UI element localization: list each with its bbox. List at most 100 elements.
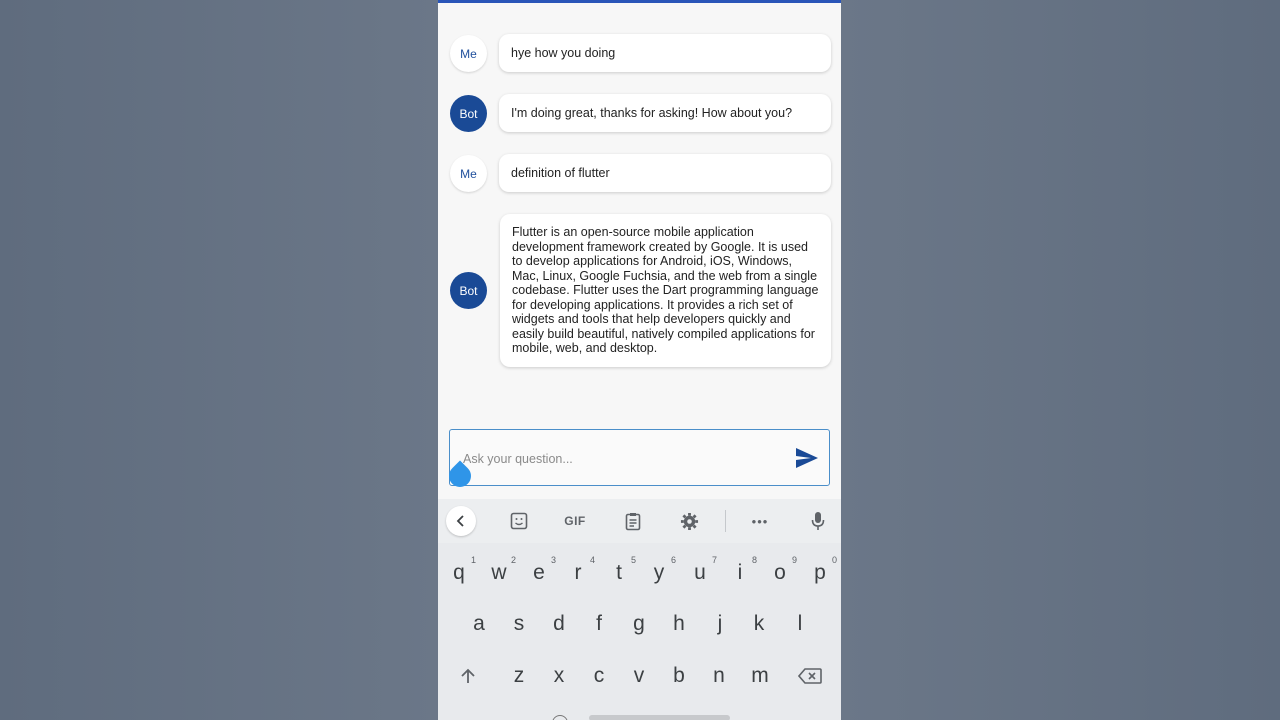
background-right: [841, 0, 1280, 720]
key-m[interactable]: m: [741, 654, 779, 698]
key-label: h: [673, 612, 685, 635]
key-label: j: [717, 612, 723, 635]
key-label: o: [774, 561, 786, 584]
toolbar-divider: [725, 510, 726, 532]
key-label: e: [533, 561, 545, 584]
clipboard-icon: [625, 512, 641, 530]
key-d[interactable]: d: [540, 602, 578, 646]
key-label: p: [814, 561, 826, 584]
key-number-hint: 2: [510, 555, 516, 565]
key-label: l: [797, 612, 803, 635]
backspace-key[interactable]: [791, 654, 829, 698]
keyboard-toolbar: GIF •••: [438, 499, 841, 543]
key-label: a: [473, 612, 485, 635]
sticker-icon: [510, 512, 528, 530]
key-label: s: [513, 612, 525, 635]
key-t[interactable]: t5: [600, 551, 638, 595]
keyboard-switch-indicator: [552, 715, 568, 720]
key-number-hint: 1: [470, 555, 476, 565]
key-w[interactable]: w2: [480, 551, 518, 595]
key-label: k: [753, 612, 765, 635]
key-r[interactable]: r4: [559, 551, 597, 595]
key-f[interactable]: f: [580, 602, 618, 646]
key-label: t: [616, 561, 622, 584]
backspace-icon: [798, 668, 822, 684]
clipboard-button[interactable]: [618, 507, 648, 535]
key-j[interactable]: j: [701, 602, 739, 646]
avatar-me: Me: [450, 155, 487, 192]
chat-message: Bot Flutter is an open-source mobile app…: [438, 214, 841, 367]
key-o[interactable]: o9: [761, 551, 799, 595]
key-number-hint: 5: [630, 555, 636, 565]
key-label: z: [513, 664, 525, 687]
key-g[interactable]: g: [620, 602, 658, 646]
key-i[interactable]: i8: [721, 551, 759, 595]
gif-button[interactable]: GIF: [560, 507, 590, 535]
chat-message: Me definition of flutter: [438, 154, 841, 192]
key-z[interactable]: z: [500, 654, 538, 698]
key-label: v: [633, 664, 645, 687]
key-n[interactable]: n: [700, 654, 738, 698]
key-label: n: [713, 664, 725, 687]
key-label: r: [574, 561, 582, 584]
more-options-button[interactable]: •••: [745, 507, 775, 535]
key-label: g: [633, 612, 645, 635]
key-label: u: [694, 561, 706, 584]
key-x[interactable]: x: [540, 654, 578, 698]
collapse-toolbar-button[interactable]: [446, 506, 476, 536]
key-label: b: [673, 664, 685, 687]
key-label: q: [453, 561, 465, 584]
chevron-left-icon: [456, 515, 464, 527]
key-c[interactable]: c: [580, 654, 618, 698]
key-number-hint: 4: [589, 555, 595, 565]
message-bubble: definition of flutter: [499, 154, 831, 192]
key-label: c: [593, 664, 605, 687]
avatar-bot: Bot: [450, 95, 487, 132]
send-icon: [796, 448, 818, 468]
key-label: y: [653, 561, 665, 584]
key-label: d: [553, 612, 565, 635]
question-input[interactable]: [461, 448, 785, 470]
key-label: f: [596, 612, 602, 635]
key-e[interactable]: e3: [520, 551, 558, 595]
voice-input-button[interactable]: [803, 507, 833, 535]
phone-screen: Me hye how you doing Bot I'm doing great…: [438, 0, 841, 720]
settings-button[interactable]: [674, 507, 704, 535]
message-bubble: I'm doing great, thanks for asking! How …: [499, 94, 831, 132]
message-bubble: Flutter is an open-source mobile applica…: [500, 214, 831, 367]
key-u[interactable]: u7: [681, 551, 719, 595]
key-y[interactable]: y6: [640, 551, 678, 595]
key-b[interactable]: b: [660, 654, 698, 698]
question-input-container: [449, 429, 830, 486]
gear-icon: [680, 512, 698, 530]
key-v[interactable]: v: [620, 654, 658, 698]
key-p[interactable]: p0: [801, 551, 839, 595]
key-label: m: [751, 664, 769, 687]
key-number-hint: 0: [831, 555, 837, 565]
key-q[interactable]: q1: [440, 551, 478, 595]
navigation-handle[interactable]: [589, 715, 730, 720]
key-s[interactable]: s: [500, 602, 538, 646]
chat-message: Me hye how you doing: [438, 34, 841, 72]
app-bar-edge: [438, 0, 841, 3]
key-label: x: [553, 664, 565, 687]
key-a[interactable]: a: [460, 602, 498, 646]
key-number-hint: 3: [550, 555, 556, 565]
sticker-button[interactable]: [504, 507, 534, 535]
key-number-hint: 8: [751, 555, 757, 565]
key-k[interactable]: k: [740, 602, 778, 646]
key-l[interactable]: l: [781, 602, 819, 646]
shift-key[interactable]: [449, 654, 487, 698]
key-label: w: [491, 561, 507, 584]
shift-arrow-icon: [461, 668, 475, 683]
key-label: i: [737, 561, 743, 584]
key-number-hint: 7: [711, 555, 717, 565]
send-button[interactable]: [795, 447, 819, 469]
microphone-icon: [811, 512, 825, 530]
key-number-hint: 6: [670, 555, 676, 565]
message-bubble: hye how you doing: [499, 34, 831, 72]
avatar-bot: Bot: [450, 272, 487, 309]
key-h[interactable]: h: [660, 602, 698, 646]
background-left: [0, 0, 438, 720]
keyboard: GIF ••• q 1 w 2 e 3 r 4 t 5 y 6 u 7 i 8 …: [438, 499, 841, 720]
